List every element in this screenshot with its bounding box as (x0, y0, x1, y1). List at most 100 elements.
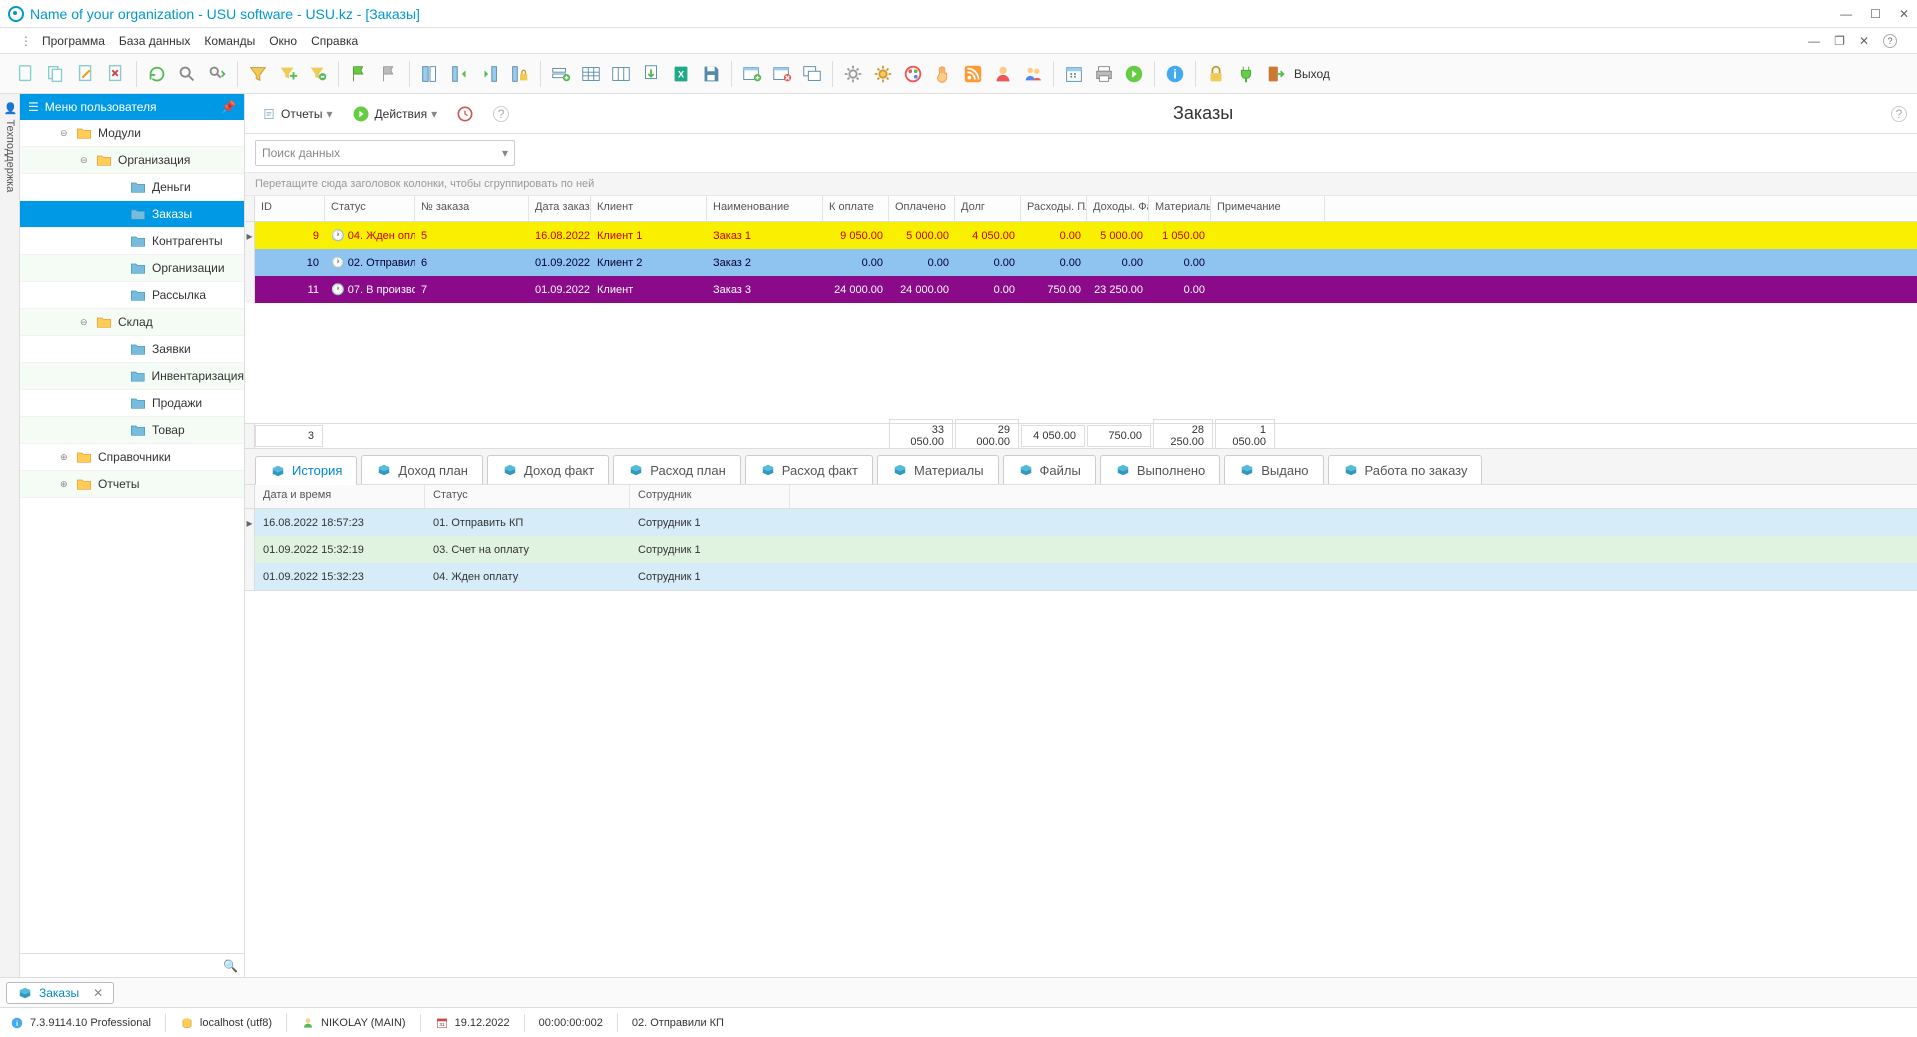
palette-icon[interactable] (899, 60, 927, 88)
window-close-icon[interactable] (768, 60, 796, 88)
clock-button[interactable] (449, 100, 481, 128)
mdi-close-icon[interactable]: ✕ (1859, 34, 1869, 48)
column-right-icon[interactable] (476, 60, 504, 88)
flag-gray-icon[interactable] (375, 60, 403, 88)
col-pay[interactable]: К оплате (823, 196, 889, 221)
gear-icon[interactable] (839, 60, 867, 88)
excel-icon[interactable]: X (667, 60, 695, 88)
tab-8[interactable]: Выдано (1224, 455, 1323, 484)
content-help-icon[interactable]: ? (1891, 106, 1907, 122)
tree-item-рассылка[interactable]: Рассылка (20, 282, 244, 309)
table-row[interactable]: 11🕐 07. В производ...701.09.2022КлиентЗа… (245, 276, 1917, 303)
tree-item-товар[interactable]: Товар (20, 417, 244, 444)
tab-1[interactable]: Доход план (361, 455, 483, 484)
grid-icon[interactable] (577, 60, 605, 88)
tab-9[interactable]: Работа по заказу (1328, 455, 1483, 484)
col-debt[interactable]: Долг (955, 196, 1021, 221)
menu-help[interactable]: Справка (311, 34, 358, 48)
group-by-bar[interactable]: Перетащите сюда заголовок колонки, чтобы… (245, 172, 1917, 196)
hand-icon[interactable] (929, 60, 957, 88)
tree-item-заявки[interactable]: Заявки (20, 336, 244, 363)
tree-item-отчеты[interactable]: ⊕Отчеты (20, 471, 244, 498)
new-icon[interactable] (12, 60, 40, 88)
tree-item-продажи[interactable]: Продажи (20, 390, 244, 417)
tab-4[interactable]: Расход факт (745, 455, 873, 484)
forward-icon[interactable] (1120, 60, 1148, 88)
task-close-icon[interactable]: ✕ (93, 986, 103, 1000)
column-lock-icon[interactable] (506, 60, 534, 88)
print-icon[interactable] (1090, 60, 1118, 88)
mdi-restore-icon[interactable]: ❐ (1834, 34, 1845, 48)
copy-icon[interactable] (42, 60, 70, 88)
lock-icon[interactable] (1202, 60, 1230, 88)
info-icon[interactable]: i (1161, 60, 1189, 88)
mdi-help-icon[interactable]: ? (1883, 34, 1897, 48)
history-row[interactable]: ▸16.08.2022 18:57:2301. Отправить КПСотр… (245, 509, 1917, 536)
menu-window[interactable]: Окно (269, 34, 297, 48)
col-inc[interactable]: Доходы. Факт (1087, 196, 1149, 221)
search-next-icon[interactable] (203, 60, 231, 88)
search-icon[interactable] (173, 60, 201, 88)
history-row[interactable]: 01.09.2022 15:32:1903. Счет на оплатуСот… (245, 536, 1917, 563)
close-icon[interactable]: ✕ (1899, 7, 1909, 21)
column-icon[interactable] (416, 60, 444, 88)
col-paid[interactable]: Оплачено (889, 196, 955, 221)
pin-icon[interactable]: 📌 (221, 100, 236, 114)
flag-green-icon[interactable] (345, 60, 373, 88)
plug-icon[interactable] (1232, 60, 1260, 88)
refresh-icon[interactable] (143, 60, 171, 88)
tree-item-справочники[interactable]: ⊕Справочники (20, 444, 244, 471)
users-icon[interactable] (1019, 60, 1047, 88)
help-button[interactable]: ? (487, 102, 515, 126)
exit-label[interactable]: Выход (1294, 67, 1330, 81)
col-client[interactable]: Клиент (591, 196, 707, 221)
mdi-minimize-icon[interactable]: — (1808, 34, 1820, 48)
tab-5[interactable]: Материалы (877, 455, 999, 484)
col-mat[interactable]: Материалы (1149, 196, 1211, 221)
search-input[interactable]: Поиск данных ▾ (255, 140, 515, 166)
support-vertical-tab[interactable]: 👤Техподдержка (0, 94, 20, 977)
col-id[interactable]: ID (255, 196, 325, 221)
column-left-icon[interactable] (446, 60, 474, 88)
user-icon[interactable] (989, 60, 1017, 88)
tree-item-организация[interactable]: ⊖Организация (20, 147, 244, 174)
export-down-icon[interactable] (637, 60, 665, 88)
tab-7[interactable]: Выполнено (1100, 455, 1220, 484)
chevron-down-icon[interactable]: ▾ (502, 146, 508, 160)
tab-0[interactable]: История (255, 456, 357, 485)
menu-program[interactable]: Программа (42, 34, 105, 48)
window-add-icon[interactable] (738, 60, 766, 88)
menu-commands[interactable]: Команды (204, 34, 255, 48)
actions-button[interactable]: Действия▾ (345, 100, 444, 128)
col-name[interactable]: Наименование (707, 196, 823, 221)
reports-button[interactable]: Отчеты▾ (255, 103, 339, 125)
tree-item-контрагенты[interactable]: Контрагенты (20, 228, 244, 255)
filter-add-icon[interactable] (274, 60, 302, 88)
tree-item-инвентаризация[interactable]: Инвентаризация (20, 363, 244, 390)
col-status[interactable]: Статус (325, 196, 415, 221)
maximize-icon[interactable]: ☐ (1870, 7, 1881, 21)
col-exp[interactable]: Расходы. План (1021, 196, 1087, 221)
tree-item-деньги[interactable]: Деньги (20, 174, 244, 201)
minimize-icon[interactable]: — (1840, 7, 1852, 21)
filter-clear-icon[interactable] (304, 60, 332, 88)
tree-item-организации[interactable]: Организации (20, 255, 244, 282)
table-row[interactable]: 10🕐 02. Отправили ...601.09.2022Клиент 2… (245, 249, 1917, 276)
rss-icon[interactable] (959, 60, 987, 88)
col-number[interactable]: № заказа (415, 196, 529, 221)
tree-item-заказы[interactable]: Заказы (20, 201, 244, 228)
tab-6[interactable]: Файлы (1003, 455, 1096, 484)
gear-color-icon[interactable] (869, 60, 897, 88)
tab-3[interactable]: Расход план (613, 455, 741, 484)
tab-2[interactable]: Доход факт (487, 455, 609, 484)
grid-columns-icon[interactable] (607, 60, 635, 88)
table-row[interactable]: ▸9🕐 04. Жден оплату516.08.2022Клиент 1За… (245, 222, 1917, 249)
col-note[interactable]: Примечание (1211, 196, 1325, 221)
row-add-icon[interactable] (547, 60, 575, 88)
save-icon[interactable] (697, 60, 725, 88)
edit-icon[interactable] (72, 60, 100, 88)
menu-database[interactable]: База данных (119, 34, 190, 48)
sidebar-search-icon[interactable]: 🔍 (223, 959, 238, 973)
tree-item-склад[interactable]: ⊖Склад (20, 309, 244, 336)
exit-icon[interactable] (1262, 60, 1290, 88)
